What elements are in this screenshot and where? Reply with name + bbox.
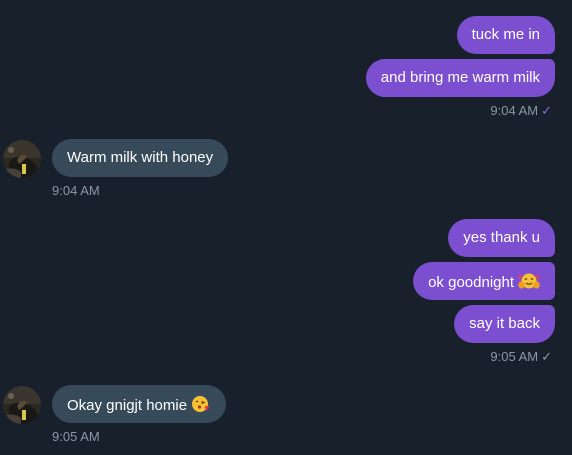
message-text: say it back	[469, 315, 540, 332]
timestamp-text: 9:04 AM	[490, 103, 539, 118]
message-text: Warm milk with honey	[67, 149, 214, 166]
message-text: yes thank u	[463, 229, 540, 246]
timestamp-text: 9:04 AM	[52, 183, 100, 198]
avatar-image	[3, 140, 41, 178]
face-blowing-kiss-emoji	[191, 395, 211, 418]
timestamp-text: 9:05 AM	[490, 349, 539, 364]
timestamp: 9:05 AM	[52, 429, 100, 444]
checkmark-icon: ✓	[541, 349, 552, 364]
timestamp-text: 9:05 AM	[52, 429, 100, 444]
incoming-message[interactable]: Warm milk with honey	[52, 139, 229, 177]
contact-avatar[interactable]	[3, 386, 41, 424]
outgoing-message[interactable]: tuck me in	[456, 16, 555, 54]
message-text: and bring me warm milk	[380, 69, 540, 86]
outgoing-message[interactable]: and bring me warm milk	[365, 59, 555, 97]
timestamp: 9:05 AM ✓	[490, 349, 552, 364]
outgoing-message[interactable]: ok goodnight	[413, 262, 555, 300]
outgoing-message[interactable]: say it back	[454, 305, 555, 343]
message-thread: tuck me in and bring me warm milk 9:04 A…	[0, 0, 572, 455]
outgoing-message[interactable]: yes thank u	[448, 219, 555, 257]
message-text: ok goodnight	[428, 274, 514, 291]
contact-avatar[interactable]	[3, 140, 41, 178]
avatar-image	[3, 386, 41, 424]
checkmark-icon: ✓	[541, 103, 552, 118]
timestamp: 9:04 AM ✓	[490, 103, 552, 118]
hugging-face-emoji	[518, 272, 540, 295]
timestamp: 9:04 AM	[52, 183, 100, 198]
message-text: tuck me in	[471, 26, 540, 43]
incoming-message[interactable]: Okay gnigjt homie	[52, 385, 227, 423]
message-text: Okay gnigjt homie	[67, 397, 188, 414]
